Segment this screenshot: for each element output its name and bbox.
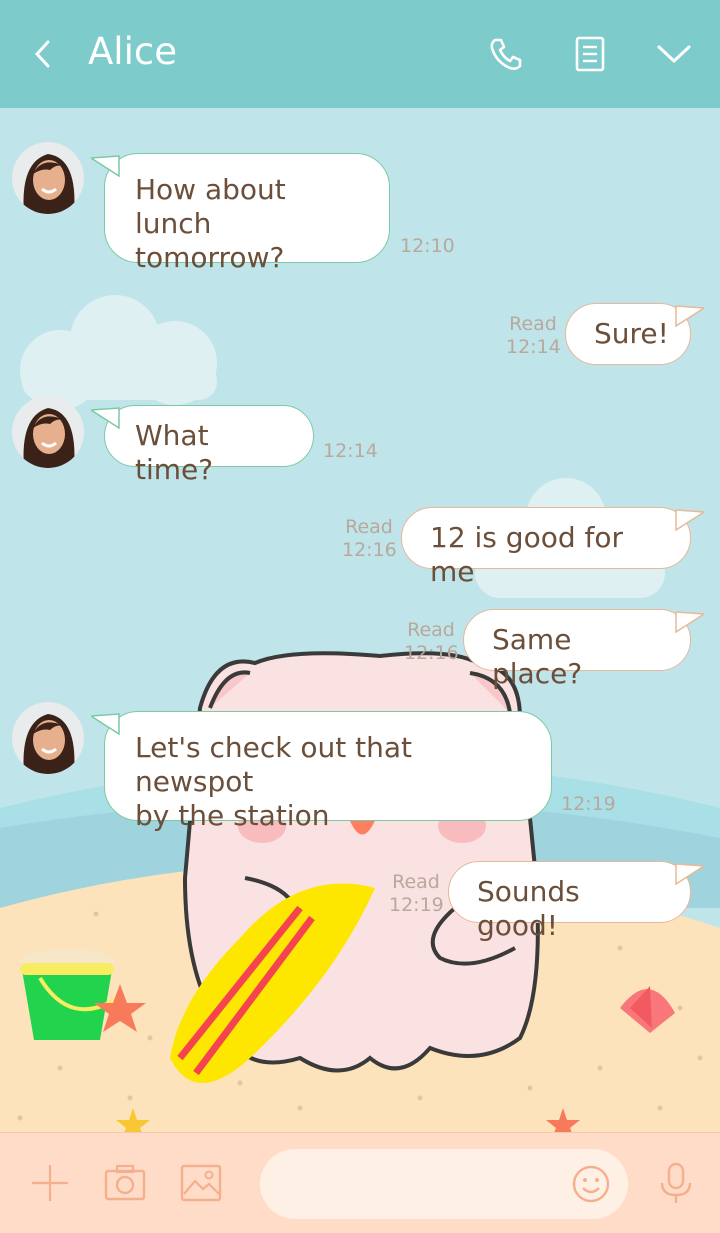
avatar-alice[interactable] bbox=[12, 396, 84, 468]
message-text: Let's check out that newspot by the stat… bbox=[135, 731, 412, 832]
avatar-alice[interactable] bbox=[12, 142, 84, 214]
microphone-icon[interactable] bbox=[654, 1161, 698, 1205]
message-text: Sure! bbox=[594, 317, 669, 350]
message-bubble-outgoing[interactable]: Sounds good! bbox=[448, 861, 704, 942]
bubble-tail bbox=[91, 407, 120, 430]
image-icon[interactable] bbox=[179, 1161, 223, 1205]
bubble-tail bbox=[675, 863, 704, 886]
message-text: How about lunch tomorrow? bbox=[135, 173, 286, 274]
message-bubble-outgoing[interactable]: Sure! bbox=[565, 303, 704, 365]
message-time: 12:10 bbox=[400, 235, 455, 257]
bubble-tail bbox=[91, 155, 120, 178]
avatar-portrait-icon bbox=[12, 702, 84, 774]
emoji-icon[interactable] bbox=[571, 1164, 611, 1204]
bubble-tail bbox=[91, 713, 120, 736]
message-input-field[interactable] bbox=[260, 1149, 628, 1219]
contact-name: Alice bbox=[88, 30, 177, 73]
avatar-alice[interactable] bbox=[12, 702, 84, 774]
message-text: 12 is good for me bbox=[430, 521, 624, 588]
phone-icon[interactable] bbox=[486, 34, 526, 74]
message-text: Sounds good! bbox=[477, 875, 580, 942]
read-label: Read bbox=[392, 871, 440, 893]
message-text: Same place? bbox=[492, 623, 583, 690]
message-time: 12:16 bbox=[404, 642, 459, 664]
chevron-down-icon[interactable] bbox=[654, 34, 694, 74]
message-text: What time? bbox=[135, 419, 214, 486]
read-label: Read bbox=[509, 313, 557, 335]
message-time: 12:19 bbox=[389, 894, 444, 916]
read-label: Read bbox=[407, 619, 455, 641]
read-receipt: Read 12:16 bbox=[404, 619, 459, 665]
bubble-tail bbox=[675, 305, 704, 328]
message-time: 12:14 bbox=[323, 440, 378, 462]
camera-icon[interactable] bbox=[103, 1161, 147, 1205]
notes-icon[interactable] bbox=[570, 34, 610, 74]
bubble-tail bbox=[675, 611, 704, 634]
bubble-tail bbox=[675, 509, 704, 532]
message-bubble-incoming[interactable]: Let's check out that newspot by the stat… bbox=[91, 711, 552, 832]
message-bubble-incoming[interactable]: How about lunch tomorrow? bbox=[91, 153, 390, 274]
read-label: Read bbox=[345, 516, 393, 538]
back-arrow-icon[interactable] bbox=[28, 36, 58, 72]
read-receipt: Read 12:14 bbox=[506, 313, 561, 359]
avatar-portrait-icon bbox=[12, 142, 84, 214]
plus-icon[interactable] bbox=[28, 1161, 72, 1205]
message-bubble-incoming[interactable]: What time? bbox=[91, 405, 314, 486]
read-receipt: Read 12:19 bbox=[389, 871, 444, 917]
message-input-bar bbox=[0, 1132, 720, 1233]
message-time: 12:16 bbox=[342, 539, 397, 561]
read-receipt: Read 12:16 bbox=[342, 516, 397, 562]
message-bubble-outgoing[interactable]: Same place? bbox=[463, 609, 704, 690]
message-time: 12:19 bbox=[561, 793, 616, 815]
avatar-portrait-icon bbox=[12, 396, 84, 468]
chat-header: Alice bbox=[0, 0, 720, 108]
message-bubble-outgoing[interactable]: 12 is good for me bbox=[401, 507, 704, 588]
message-time: 12:14 bbox=[506, 336, 561, 358]
